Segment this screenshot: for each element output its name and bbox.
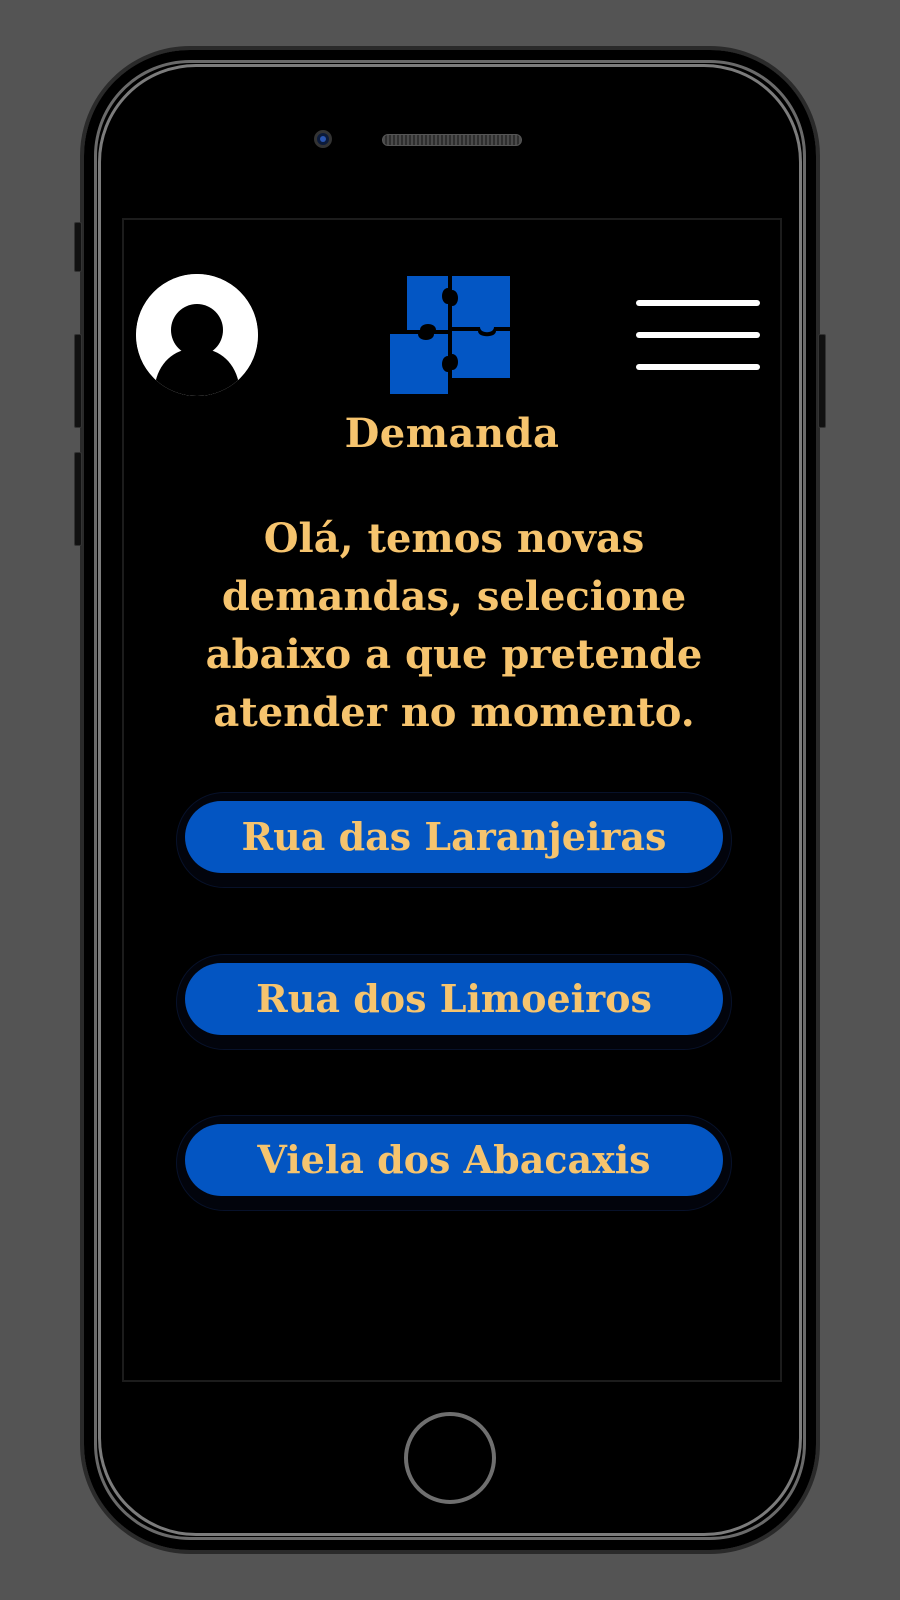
demand-button-rua-das-laranjeiras[interactable]: Rua das Laranjeiras xyxy=(185,801,723,873)
demand-item: Viela dos Abacaxis xyxy=(176,1115,732,1211)
greeting-message: Olá, temos novas demandas, selecione aba… xyxy=(205,515,703,736)
hamburger-menu-icon[interactable] xyxy=(636,300,760,370)
demand-item: Rua dos Limoeiros xyxy=(176,954,732,1050)
phone-frame: Demanda Olá, temos novas demandas, selec… xyxy=(74,46,826,1554)
app-title: Demanda xyxy=(344,410,560,457)
menu-bar-middle xyxy=(636,332,760,338)
menu-bar-bottom xyxy=(636,364,760,370)
home-button[interactable] xyxy=(404,1412,496,1504)
side-button-volume-up xyxy=(74,334,82,428)
demand-item: Rua das Laranjeiras xyxy=(176,792,732,888)
menu-bar-top xyxy=(636,300,760,306)
side-button-silent xyxy=(74,222,82,272)
puzzle-logo-icon xyxy=(390,274,512,396)
user-avatar-icon[interactable] xyxy=(136,274,258,396)
demand-button-rua-dos-limoeiros[interactable]: Rua dos Limoeiros xyxy=(185,963,723,1035)
side-button-power xyxy=(818,334,826,428)
front-camera xyxy=(314,130,332,148)
side-button-volume-down xyxy=(74,452,82,546)
app-screen: Demanda Olá, temos novas demandas, selec… xyxy=(122,218,782,1382)
demand-button-viela-dos-abacaxis[interactable]: Viela dos Abacaxis xyxy=(185,1124,723,1196)
earpiece-speaker xyxy=(382,134,522,146)
